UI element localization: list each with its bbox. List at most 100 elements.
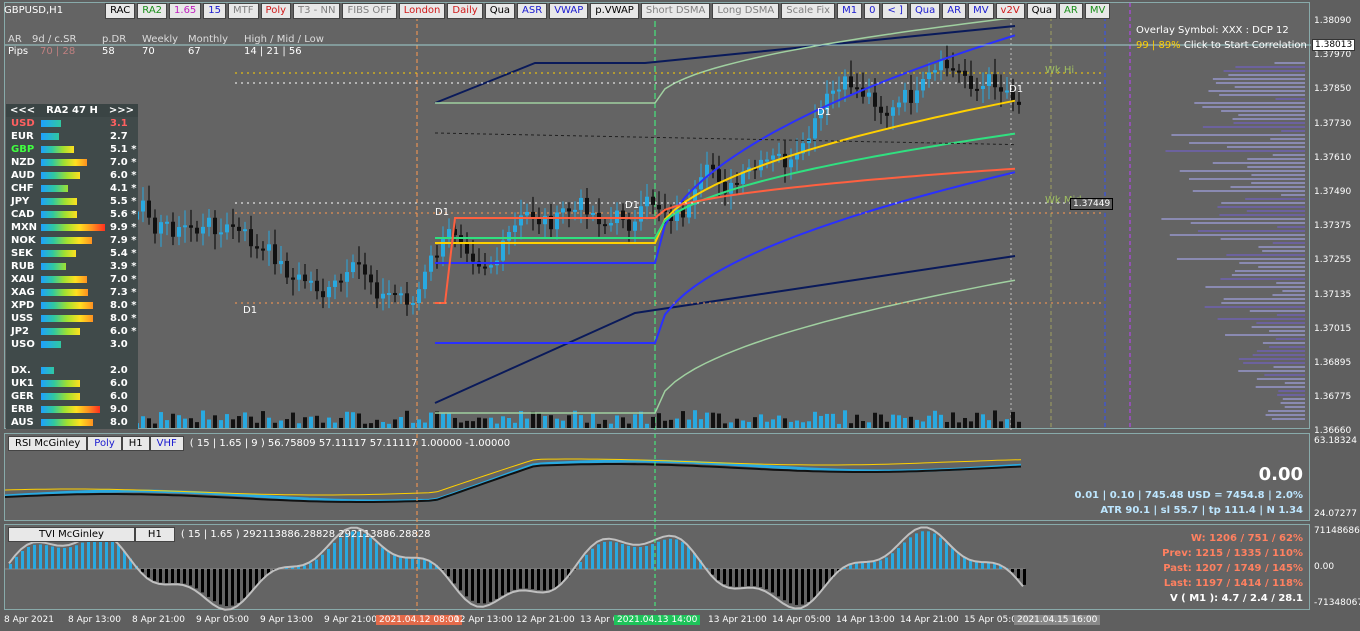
toolbar-button-1-65-2[interactable]: 1.65	[169, 3, 202, 19]
volume-bar	[633, 414, 637, 428]
rsi-vhf-button[interactable]: VHF	[149, 436, 184, 451]
rsi-timeframe-button[interactable]: H1	[121, 436, 150, 451]
toolbar-button-ra2-1[interactable]: RA2	[137, 3, 168, 19]
toolbar-button-qua-10[interactable]: Qua	[484, 3, 516, 19]
time-axis[interactable]: 8 Apr 2021 8 Apr 13:00 8 Apr 21:00 9 Apr 05…	[4, 612, 1310, 631]
tvi-timeframe-button[interactable]: H1	[134, 527, 175, 542]
toolbar-button-poly-5[interactable]: Poly	[260, 3, 292, 19]
candle-body	[999, 87, 1003, 92]
candle-body	[309, 280, 313, 283]
overlay-symbol-text[interactable]: Overlay Symbol: XXX : DCP 12	[1136, 25, 1289, 36]
tvi-pane[interactable]: TVI McGinley H1 ( 15 | 1.65 ) 292113886.…	[4, 524, 1310, 611]
toolbar-button-15-3[interactable]: 15	[203, 3, 227, 19]
price-chart-pane[interactable]: D1 D1 D1 D1 D1 Wk Hi Wk Mid	[4, 2, 1311, 430]
candle-body	[765, 159, 769, 162]
rsi-pane[interactable]: RSI McGinley Poly H1 VHF ( 15 | 1.65 | 9…	[4, 433, 1310, 522]
volume-bar	[663, 420, 667, 428]
tvi-histogram-bar	[849, 564, 852, 569]
toolbar-button-ar-21[interactable]: AR	[942, 3, 967, 19]
tvi-histogram-bar	[213, 569, 216, 602]
strength-value: 9.0	[110, 404, 128, 415]
toolbar-button-vwap-12[interactable]: VWAP	[549, 3, 589, 19]
toolbar-button-mtf-4[interactable]: MTF	[228, 3, 259, 19]
toolbar-button-qua-20[interactable]: Qua	[909, 3, 941, 19]
toolbar-button-mv-26[interactable]: MV	[1084, 3, 1111, 19]
candle-body	[633, 221, 637, 231]
candle-body	[783, 153, 787, 168]
toolbar-button-m1-17[interactable]: M1	[837, 3, 863, 19]
volume-bar	[423, 422, 427, 428]
strength-row: NOK 7.9 *	[6, 234, 138, 247]
tvi-histogram-bar	[771, 569, 774, 593]
toolbar-button-long-dsma-15[interactable]: Long DSMA	[712, 3, 780, 19]
correlation-start-link[interactable]: Click to Start Correlation	[1184, 40, 1307, 51]
candle-body	[249, 229, 253, 247]
stats-w: W: 1206 / 751 / 62%	[1190, 533, 1303, 544]
range-label-pdr: p.DR	[102, 34, 127, 45]
volume-bar	[867, 422, 871, 428]
toolbar-button-ar-25[interactable]: AR	[1059, 3, 1083, 19]
volume-bar	[939, 414, 943, 428]
toolbar-button-t3-nn-6[interactable]: T3 - NN	[293, 3, 341, 19]
volume-bar	[669, 419, 673, 428]
toolbar-button-short-dsma-14[interactable]: Short DSMA	[640, 3, 711, 19]
toolbar-button-london-8[interactable]: London	[398, 3, 446, 19]
volume-bar	[957, 422, 961, 428]
candle-body	[969, 75, 973, 89]
price-chart-canvas[interactable]: D1D1D1D1D1Wk HiWk Mid	[5, 3, 1311, 430]
candle-body	[831, 90, 835, 94]
tvi-histogram-bar	[519, 569, 522, 589]
toolbar-button--19[interactable]: < ]	[882, 3, 908, 19]
tvi-histogram-bar	[879, 560, 882, 569]
tvi-histogram-bar	[927, 531, 930, 569]
currency-name: JPY	[11, 196, 30, 207]
strength-value: 6.0	[110, 378, 128, 389]
candle-body	[321, 291, 325, 298]
rsi-name-button[interactable]: RSI McGinley	[8, 436, 88, 451]
candle-body	[717, 169, 721, 183]
tvi-histogram-bar	[333, 542, 336, 569]
toolbar-button-v2v-23[interactable]: v2V	[995, 3, 1025, 19]
chart-window[interactable]: D1 D1 D1 D1 D1 Wk Hi Wk Mid GBPUSD,H1 RAC RA2 1.…	[0, 0, 1360, 631]
volume-bar	[477, 417, 481, 428]
tvi-name-button[interactable]: TVI McGinley	[8, 527, 135, 542]
toolbar-button-daily-9[interactable]: Daily	[447, 3, 483, 19]
strength-next-button[interactable]: >>>	[109, 105, 134, 116]
volume-bar	[1005, 419, 1009, 428]
tvi-histogram-bar	[627, 545, 630, 569]
candle-body	[885, 112, 889, 116]
candle-body	[573, 209, 577, 212]
stats-last: Last: 1197 / 1414 / 118%	[1163, 578, 1303, 589]
toolbar-button-fibs-off-7[interactable]: FIBS OFF	[342, 3, 397, 19]
strength-prev-button[interactable]: <<<	[10, 105, 35, 116]
tvi-histogram-bar	[405, 558, 408, 569]
time-tick-label: 8 Apr 13:00	[68, 615, 121, 625]
toolbar-button-mv-22[interactable]: MV	[968, 3, 994, 19]
toolbar-button-asr-11[interactable]: ASR	[517, 3, 548, 19]
volume-bar	[1011, 411, 1015, 428]
toolbar-button-rac-0[interactable]: RAC	[105, 3, 136, 19]
price-axis[interactable]: 1.38090 1.37970 1.37850 1.37730 1.37610 1.374…	[1310, 2, 1360, 436]
strength-bar	[41, 328, 80, 335]
tvi-histogram-bar	[33, 544, 36, 569]
toolbar-button-p-vwap-13[interactable]: p.VWAP	[590, 3, 639, 19]
tvi-histogram-bar	[801, 569, 804, 605]
tvi-histogram-bar	[633, 546, 636, 569]
tvi-histogram-bar	[621, 544, 624, 569]
toolbar-button-scale-fix-16[interactable]: Scale Fix	[781, 3, 836, 19]
tvi-histogram-bar	[789, 569, 792, 604]
tvi-histogram-bar	[69, 547, 72, 569]
pips-weekly: 70	[142, 46, 155, 57]
candle-body	[417, 289, 421, 303]
candle-body	[411, 302, 415, 305]
candle-body	[591, 212, 595, 215]
correlation-row[interactable]: 99 | 89% Click to Start Correlation	[1136, 40, 1307, 51]
rsi-poly-button[interactable]: Poly	[87, 436, 122, 451]
toolbar-button-qua-24[interactable]: Qua	[1026, 3, 1058, 19]
tvi-histogram-bar	[891, 553, 894, 569]
tvi-histogram-bar	[687, 546, 690, 569]
strength-row	[6, 351, 138, 364]
candle-body	[357, 262, 361, 265]
volume-bar	[891, 414, 895, 428]
toolbar-button-0-18[interactable]: 0	[864, 3, 881, 19]
